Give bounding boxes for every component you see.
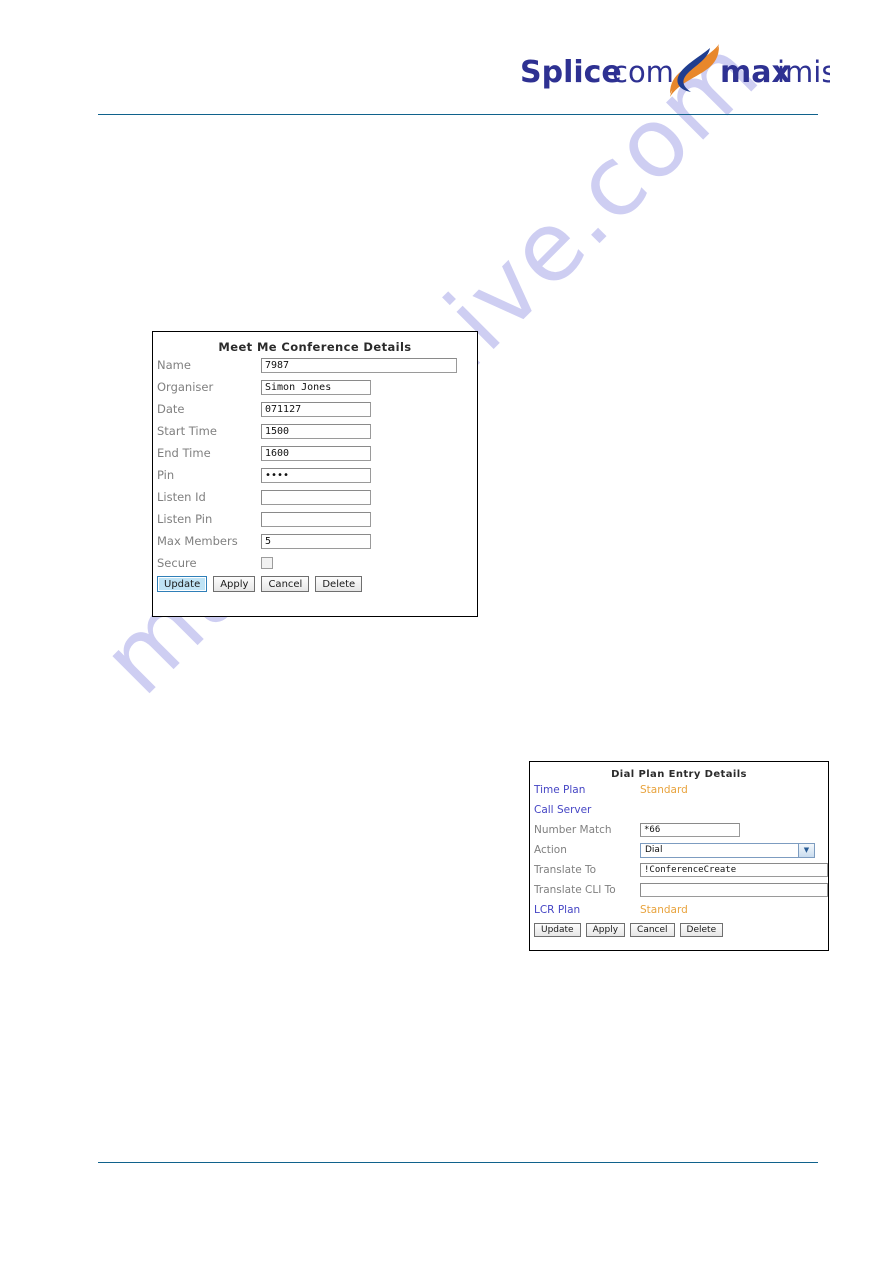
meet-me-conference-details-panel: Meet Me Conference Details Name 7987 Organ… [152, 331, 478, 617]
conference-field-list: Name 7987 Organiser Simon Jones Date 071127 St… [153, 354, 477, 574]
field-row-max-members: Max Members 5 [153, 530, 477, 552]
dial-plan-entry-details-panel: Dial Plan Entry Details Time Plan Standar… [529, 761, 829, 951]
update-button[interactable]: Update [157, 576, 208, 592]
conference-panel-title: Meet Me Conference Details [218, 340, 412, 354]
input-number-match[interactable]: *66 [640, 823, 740, 837]
input-listen-pin[interactable] [261, 511, 371, 527]
input-pin[interactable]: •••• [261, 467, 371, 483]
field-row-number-match: Number Match *66 [530, 820, 828, 840]
input-translate-cli-to[interactable] [640, 883, 828, 897]
field-label-number-match: Number Match [534, 824, 612, 836]
checkbox-secure[interactable] [261, 557, 273, 569]
field-label-translate-cli-to: Translate CLI To [534, 884, 616, 896]
delete-button[interactable]: Delete [315, 576, 363, 592]
input-value-end-time: 1600 [265, 447, 290, 459]
field-row-secure: Secure [153, 552, 477, 574]
field-label-action: Action [534, 844, 567, 856]
field-label-max-members: Max Members [157, 534, 238, 548]
apply-button[interactable]: Apply [585, 923, 626, 937]
input-translate-to[interactable]: !ConferenceCreate [640, 863, 828, 877]
field-row-translate-to: Translate To !ConferenceCreate [530, 860, 828, 880]
field-label-lcr-plan[interactable]: LCR Plan [534, 904, 640, 916]
update-button[interactable]: Update [534, 923, 581, 937]
field-label-listen-pin: Listen Pin [157, 512, 213, 526]
apply-button[interactable]: Apply [213, 576, 256, 592]
field-label-name: Name [157, 358, 191, 372]
input-name[interactable]: 7987 [261, 357, 457, 373]
field-row-end-time: End Time 1600 [153, 442, 477, 464]
field-value-lcr-plan[interactable]: Standard [640, 904, 688, 916]
input-organiser[interactable]: Simon Jones [261, 379, 371, 395]
logo-imiser-text: imiser [777, 55, 830, 89]
s-swoosh-icon [670, 44, 719, 97]
input-value-pin: •••• [265, 469, 290, 481]
field-row-organiser: Organiser Simon Jones [153, 376, 477, 398]
input-value-number-match: *66 [644, 825, 661, 835]
watermark-overlay: manualshive.com [0, 0, 893, 1263]
field-row-action: Action Dial ▼ [530, 840, 828, 860]
input-value-date: 071127 [265, 403, 302, 415]
field-row-translate-cli-to: Translate CLI To [530, 880, 828, 900]
field-row-name: Name 7987 [153, 354, 477, 376]
splicecom-maximiser-logo: Splice com max imiser [520, 42, 830, 106]
field-label-call-server[interactable]: Call Server [534, 804, 640, 816]
dialplan-panel-title: Dial Plan Entry Details [611, 769, 747, 780]
field-row-time-plan: Time Plan Standard [530, 780, 828, 800]
input-value-translate-to: !ConferenceCreate [644, 865, 737, 875]
field-label-start-time: Start Time [157, 424, 217, 438]
field-label-organiser: Organiser [157, 380, 214, 394]
input-date[interactable]: 071127 [261, 401, 371, 417]
field-label-secure: Secure [157, 556, 197, 570]
field-row-listen-id: Listen Id [153, 486, 477, 508]
cancel-button[interactable]: Cancel [630, 923, 675, 937]
select-value-action: Dial [645, 845, 663, 855]
delete-button[interactable]: Delete [679, 923, 724, 937]
dialplan-button-row: Update Apply Cancel Delete [530, 923, 828, 937]
logo-splice-text: Splice [520, 55, 622, 90]
field-row-call-server: Call Server [530, 800, 828, 820]
conference-button-row: Update Apply Cancel Delete [153, 576, 477, 592]
field-label-time-plan[interactable]: Time Plan [534, 784, 640, 796]
field-label-listen-id: Listen Id [157, 490, 206, 504]
input-start-time[interactable]: 1500 [261, 423, 371, 439]
document-page: manualshive.com Splice com max imiser Me… [0, 0, 893, 1263]
field-label-translate-to: Translate To [534, 864, 597, 876]
input-value-start-time: 1500 [265, 425, 290, 437]
header-divider-rule [98, 114, 818, 115]
field-label-end-time: End Time [157, 446, 211, 460]
logo-com-text: com [612, 55, 674, 89]
field-label-date: Date [157, 402, 185, 416]
dialplan-field-list: Time Plan Standard Call Server Number Match… [530, 780, 828, 920]
chevron-down-icon[interactable]: ▼ [798, 843, 814, 857]
input-value-name: 7987 [265, 359, 290, 371]
field-label-pin: Pin [157, 468, 175, 482]
input-value-max-members: 5 [265, 535, 272, 547]
input-listen-id[interactable] [261, 489, 371, 505]
cancel-button[interactable]: Cancel [261, 576, 310, 592]
field-row-lcr-plan: LCR Plan Standard [530, 900, 828, 920]
input-value-organiser: Simon Jones [265, 381, 332, 393]
input-end-time[interactable]: 1600 [261, 445, 371, 461]
select-action[interactable]: Dial ▼ [640, 842, 815, 858]
field-row-date: Date 071127 [153, 398, 477, 420]
footer-divider-rule [98, 1162, 818, 1163]
field-row-listen-pin: Listen Pin [153, 508, 477, 530]
input-max-members[interactable]: 5 [261, 533, 371, 549]
logo-svg: Splice com max imiser [520, 44, 830, 97]
field-row-pin: Pin •••• [153, 464, 477, 486]
field-value-time-plan[interactable]: Standard [640, 784, 688, 796]
field-row-start-time: Start Time 1500 [153, 420, 477, 442]
